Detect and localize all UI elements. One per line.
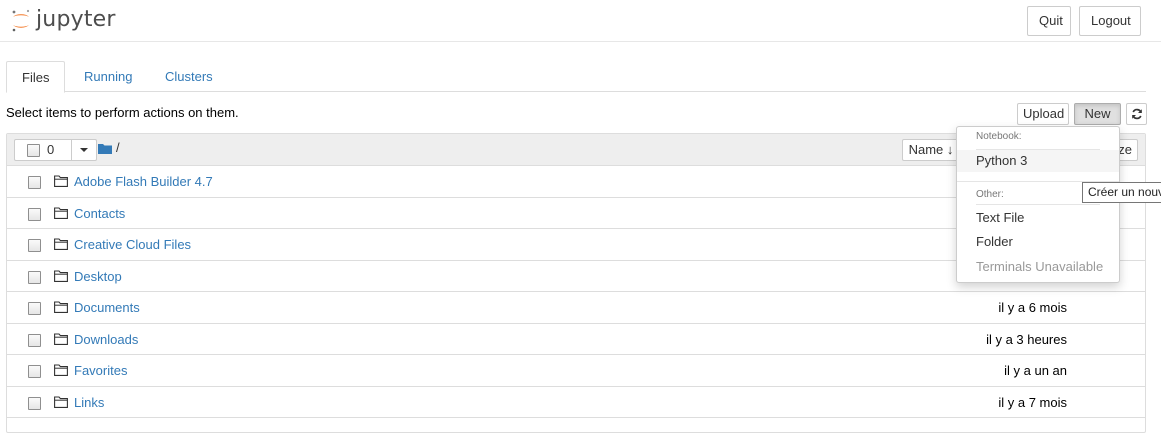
menu-divider [976,204,1100,205]
menu-header-other: Other: [976,189,1004,200]
list-item[interactable]: Downloads il y a 3 heures [7,324,1145,355]
sort-name-label: Name [908,142,944,157]
tab-clusters[interactable]: Clusters [150,61,228,92]
file-name-link[interactable]: Creative Cloud Files [74,237,191,252]
new-label: New [1084,106,1111,121]
tab-bar: Files Running Clusters [6,61,1146,93]
folder-icon [54,206,68,219]
row-checkbox[interactable] [28,365,41,378]
modified-time: il y a 3 heures [986,331,1067,347]
selected-count: 0 [47,142,55,157]
list-item[interactable]: Favorites il y a un an [7,355,1145,387]
file-name-link[interactable]: Adobe Flash Builder 4.7 [74,174,213,189]
tab-running[interactable]: Running [69,61,147,92]
select-all-checkbox[interactable] [27,144,40,157]
selection-hint: Select items to perform actions on them. [6,105,239,120]
folder-icon [54,269,68,282]
modified-time: il y a un an [1004,363,1067,378]
tab-files[interactable]: Files [6,61,66,93]
file-name-link[interactable]: Downloads [74,332,138,347]
refresh-button[interactable] [1126,103,1147,125]
row-checkbox[interactable] [28,302,41,315]
folder-icon [54,175,68,187]
file-name-link[interactable]: Desktop [74,269,122,284]
modified-time: il y a 7 mois [998,394,1067,410]
menu-header-notebook: Notebook: [976,131,1022,142]
folder-icon [54,332,68,345]
breadcrumb-root[interactable]: / [116,140,120,155]
folder-icon [54,364,68,376]
modified-time: il y a 6 mois [998,300,1067,315]
arrow-down-icon: ↓ [946,142,954,157]
folder-icon [54,301,68,313]
tooltip: Créer un nouv [1082,182,1161,203]
row-checkbox[interactable] [28,207,41,221]
caret-down-icon [80,148,88,152]
upload-button[interactable]: Upload [1017,103,1069,125]
file-name-link[interactable]: Favorites [74,363,127,378]
sort-by-name-button[interactable]: Name ↓ [902,139,960,161]
file-name-link[interactable]: Links [74,395,104,410]
row-checkbox[interactable] [28,270,41,284]
folder-icon [54,238,68,250]
menu-item-python3[interactable]: Python 3 [957,150,1119,172]
refresh-icon [1131,108,1142,120]
menu-item-folder[interactable]: Folder [957,231,1119,253]
row-checkbox[interactable] [28,176,41,189]
list-item[interactable]: Links il y a 7 mois [7,387,1145,418]
select-menu-button[interactable] [71,140,96,160]
menu-item-terminals: Terminals Unavailable [976,259,1104,274]
jupyter-logo-icon [12,9,30,32]
folder-icon [54,395,68,408]
menu-item-text-file[interactable]: Text File [957,207,1119,229]
file-name-link[interactable]: Contacts [74,206,125,221]
row-checkbox[interactable] [28,239,41,252]
logo-text: jupyter [36,6,116,32]
quit-button[interactable]: Quit [1027,6,1071,36]
new-dropdown-button[interactable]: New [1074,103,1121,137]
select-all-group[interactable]: 0 [14,139,97,161]
row-checkbox[interactable] [28,333,41,347]
folder-icon[interactable] [98,143,112,154]
header-bar: jupyter Quit Logout [0,0,1161,42]
file-name-link[interactable]: Documents [74,300,140,315]
new-dropdown-menu: Notebook: Python 3 Other: Text File Fold… [956,126,1120,283]
jupyter-logo[interactable]: jupyter [10,6,116,36]
row-checkbox[interactable] [28,396,41,410]
list-item[interactable]: Documents il y a 6 mois [7,292,1145,324]
logout-button[interactable]: Logout [1079,6,1141,36]
